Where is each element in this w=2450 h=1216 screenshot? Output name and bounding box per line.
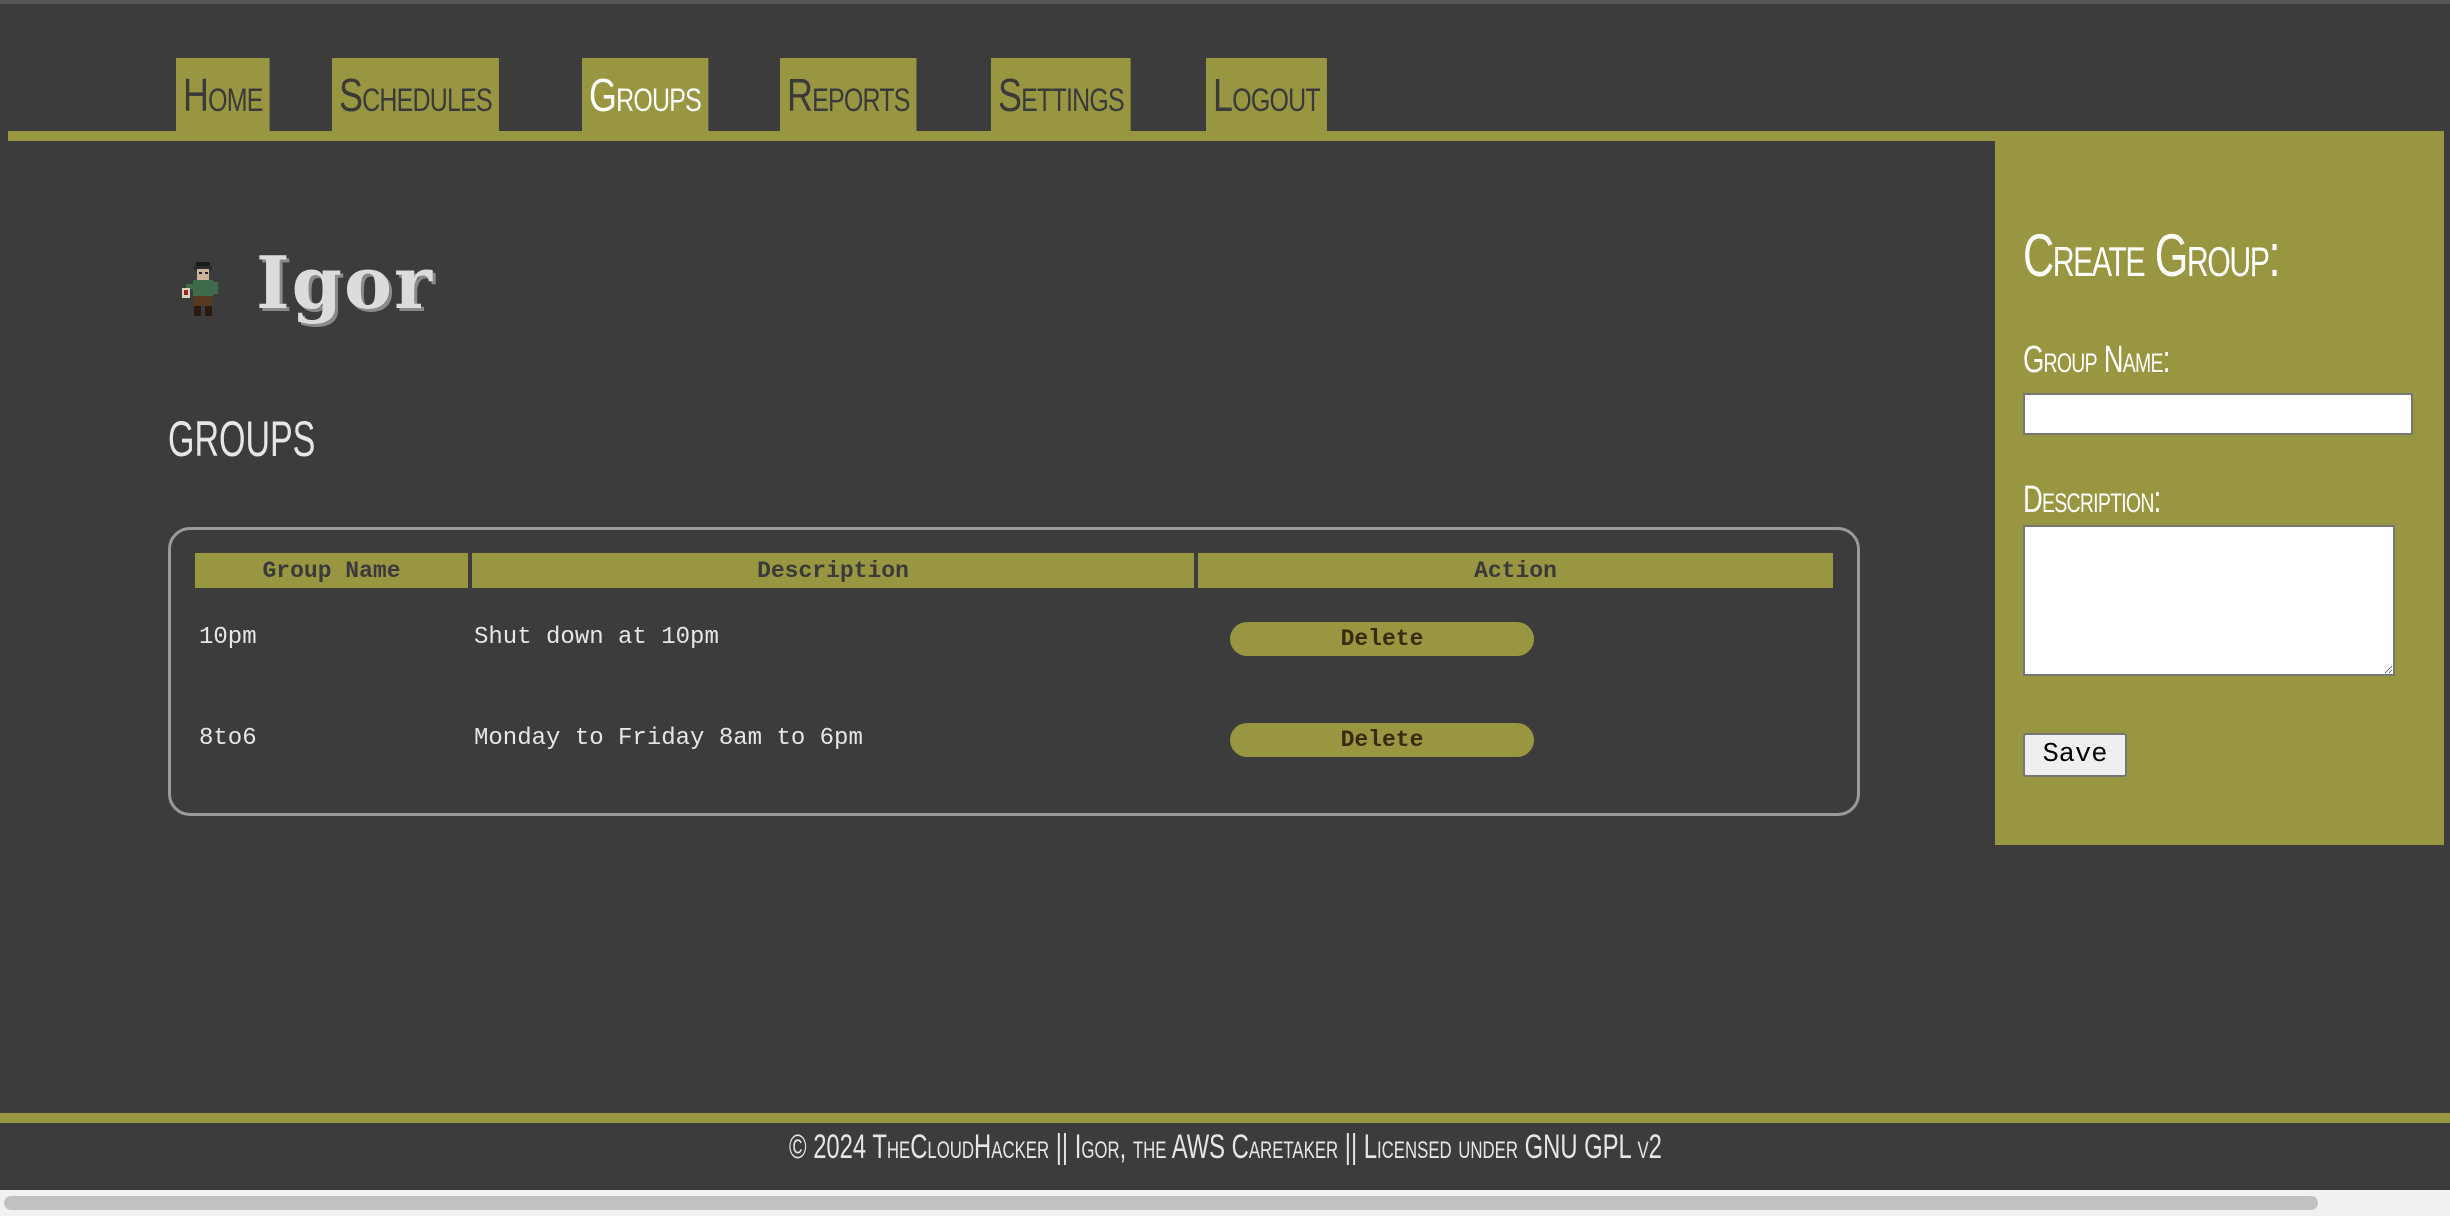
main-nav: Home Schedules Groups Reports Settings L…: [176, 58, 1361, 132]
create-group-panel: Create Group: Group Name: Description: S…: [1995, 131, 2444, 845]
group-name-cell: 10pm: [199, 624, 257, 651]
tab-settings[interactable]: Settings: [990, 58, 1131, 132]
igor-character-icon: [182, 262, 218, 316]
scrollbar-thumb[interactable]: [4, 1196, 2318, 1210]
tab-home[interactable]: Home: [176, 58, 270, 132]
save-button[interactable]: Save: [2023, 733, 2127, 777]
tab-groups[interactable]: Groups: [582, 58, 709, 132]
delete-group-button[interactable]: Delete: [1230, 723, 1534, 757]
page-title: GROUPS: [168, 411, 316, 467]
group-name-label: Group Name:: [2023, 339, 2170, 381]
group-name-cell: 8to6: [199, 725, 257, 752]
nav-underline: [8, 131, 1995, 141]
description-textarea[interactable]: [2023, 525, 2395, 676]
column-header-action: Action: [1198, 553, 1833, 588]
footer-divider: [0, 1113, 2450, 1123]
group-description-cell: Shut down at 10pm: [474, 624, 719, 651]
tab-schedules[interactable]: Schedules: [332, 58, 500, 132]
footer: © 2024 TheCloudHacker || Igor, the AWS C…: [0, 1128, 2450, 1167]
app-logo-text: Igor: [256, 240, 434, 325]
group-name-input[interactable]: [2023, 393, 2413, 435]
footer-copyright: © 2024 TheCloudHacker || Igor, the AWS C…: [788, 1128, 1662, 1166]
column-header-group-name: Group Name: [195, 553, 468, 588]
description-label: Description:: [2023, 479, 2161, 521]
window-top-border: [0, 0, 2450, 4]
tab-logout[interactable]: Logout: [1206, 58, 1328, 132]
delete-group-button[interactable]: Delete: [1230, 622, 1534, 656]
create-group-title: Create Group:: [2023, 222, 2280, 289]
column-header-description: Description: [472, 553, 1194, 588]
group-description-cell: Monday to Friday 8am to 6pm: [474, 725, 863, 752]
tab-reports[interactable]: Reports: [779, 58, 917, 132]
